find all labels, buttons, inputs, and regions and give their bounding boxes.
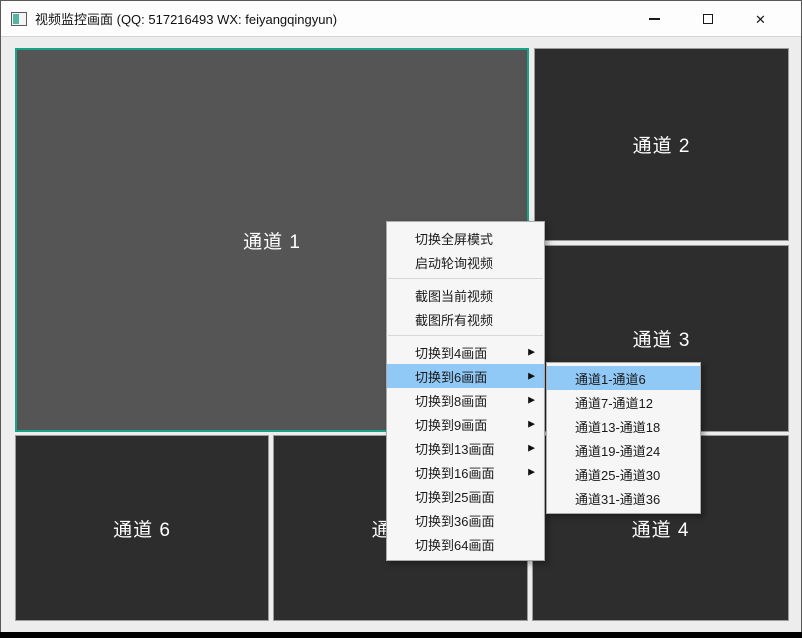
menu-item-switch-to-13-screens[interactable]: 切换到13画面 ▶ <box>387 436 544 460</box>
menu-item-channels-7-12[interactable]: 通道7-通道12 <box>547 390 700 414</box>
menu-item-start-polling-video[interactable]: 启动轮询视频 <box>387 250 544 274</box>
app-window: 视频监控画面 (QQ: 517216493 WX: feiyangqingyun… <box>0 0 802 632</box>
menu-item-switch-to-64-screens[interactable]: 切换到64画面 <box>387 532 544 556</box>
menu-item-label: 通道31-通道36 <box>575 489 660 508</box>
desktop: { "window": { "title": "视频监控画面 (QQ: 5172… <box>0 0 802 638</box>
menu-item-label: 通道19-通道24 <box>575 441 660 460</box>
menu-separator <box>388 335 543 336</box>
menu-item-channels-31-36[interactable]: 通道31-通道36 <box>547 486 700 510</box>
menu-item-label: 切换到16画面 <box>415 463 494 482</box>
submenu-arrow-icon: ▶ <box>528 468 535 477</box>
menu-item-switch-to-25-screens[interactable]: 切换到25画面 <box>387 484 544 508</box>
app-icon <box>11 12 27 26</box>
close-button[interactable]: ✕ <box>734 1 787 37</box>
menu-separator <box>388 278 543 279</box>
window-controls: ✕ <box>628 1 787 37</box>
menu-item-switch-to-36-screens[interactable]: 切换到36画面 <box>387 508 544 532</box>
submenu-arrow-icon: ▶ <box>528 372 535 381</box>
menu-item-toggle-fullscreen[interactable]: 切换全屏模式 <box>387 226 544 250</box>
menu-item-label: 切换到25画面 <box>415 487 494 506</box>
menu-item-label: 切换到8画面 <box>415 391 487 410</box>
menu-item-switch-to-16-screens[interactable]: 切换到16画面 ▶ <box>387 460 544 484</box>
menu-item-channels-13-18[interactable]: 通道13-通道18 <box>547 414 700 438</box>
menu-item-label: 截图当前视频 <box>415 286 493 305</box>
menu-item-label: 通道13-通道18 <box>575 417 660 436</box>
menu-item-label: 截图所有视频 <box>415 310 493 329</box>
menu-item-switch-to-8-screens[interactable]: 切换到8画面 ▶ <box>387 388 544 412</box>
channel-label: 通道 1 <box>243 227 301 254</box>
menu-item-label: 切换到13画面 <box>415 439 494 458</box>
submenu-arrow-icon: ▶ <box>528 420 535 429</box>
maximize-button[interactable] <box>681 1 734 37</box>
submenu-arrow-icon: ▶ <box>528 444 535 453</box>
window-title: 视频监控画面 (QQ: 517216493 WX: feiyangqingyun… <box>35 9 337 28</box>
menu-item-label: 切换到4画面 <box>415 343 487 362</box>
channel-label: 通道 6 <box>113 515 171 542</box>
menu-item-label: 通道7-通道12 <box>575 393 653 412</box>
menu-item-switch-to-4-screens[interactable]: 切换到4画面 ▶ <box>387 340 544 364</box>
channel-label: 通道 3 <box>633 325 691 352</box>
menu-item-label: 切换全屏模式 <box>415 229 493 248</box>
menu-item-channels-19-24[interactable]: 通道19-通道24 <box>547 438 700 462</box>
menu-item-channels-25-30[interactable]: 通道25-通道30 <box>547 462 700 486</box>
menu-item-label: 切换到9画面 <box>415 415 487 434</box>
channel-panel-6[interactable]: 通道 6 <box>15 435 269 621</box>
menu-item-snapshot-all-videos[interactable]: 截图所有视频 <box>387 307 544 331</box>
maximize-icon <box>703 14 713 24</box>
menu-item-switch-to-6-screens[interactable]: 切换到6画面 ▶ <box>387 364 544 388</box>
menu-item-label: 切换到36画面 <box>415 511 494 530</box>
submenu-arrow-icon: ▶ <box>528 348 535 357</box>
menu-item-switch-to-9-screens[interactable]: 切换到9画面 ▶ <box>387 412 544 436</box>
menu-item-label: 启动轮询视频 <box>415 253 493 272</box>
menu-item-snapshot-current-video[interactable]: 截图当前视频 <box>387 283 544 307</box>
titlebar: 视频监控画面 (QQ: 517216493 WX: feiyangqingyun… <box>1 1 801 37</box>
context-submenu: 通道1-通道6 通道7-通道12 通道13-通道18 通道19-通道24 通道25-通道… <box>546 362 701 514</box>
menu-item-label: 切换到64画面 <box>415 535 494 554</box>
submenu-arrow-icon: ▶ <box>528 396 535 405</box>
close-icon: ✕ <box>755 13 766 26</box>
minimize-icon <box>649 18 660 20</box>
channel-label: 通道 4 <box>632 515 690 542</box>
menu-item-label: 切换到6画面 <box>415 367 487 386</box>
channel-panel-2[interactable]: 通道 2 <box>534 48 789 241</box>
menu-item-channels-1-6[interactable]: 通道1-通道6 <box>547 366 700 390</box>
menu-item-label: 通道1-通道6 <box>575 369 646 388</box>
channel-label: 通道 2 <box>633 131 691 158</box>
minimize-button[interactable] <box>628 1 681 37</box>
context-menu: 切换全屏模式启动轮询视频截图当前视频截图所有视频切换到4画面▶切换到6画面▶切换… <box>386 221 545 561</box>
menu-item-label: 通道25-通道30 <box>575 465 660 484</box>
